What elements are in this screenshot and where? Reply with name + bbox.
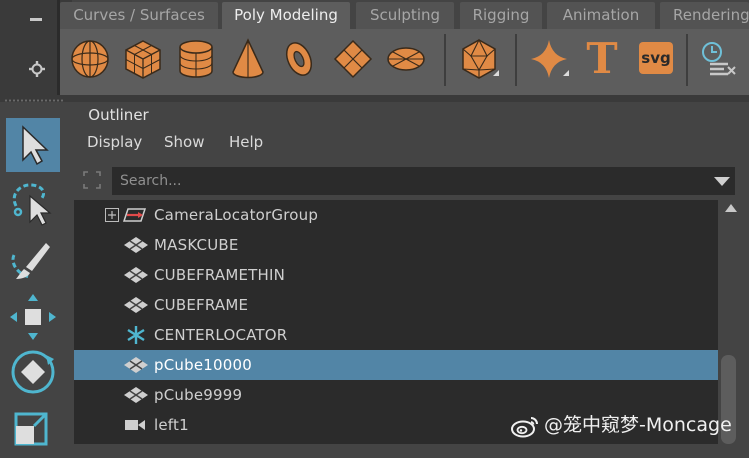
camera-icon xyxy=(125,420,145,430)
outliner-row[interactable]: CameraLocatorGroup xyxy=(74,200,718,230)
scale-tool-icon[interactable] xyxy=(6,400,60,454)
outliner-item-label: MASKCUBE xyxy=(154,236,239,254)
time-editor-icon[interactable] xyxy=(698,36,742,82)
paint-select-tool-icon[interactable] xyxy=(6,233,60,287)
filter-icon[interactable] xyxy=(82,170,102,190)
outliner-item-label: pCube10000 xyxy=(154,356,252,374)
outliner-row[interactable]: MASKCUBE xyxy=(74,230,718,260)
gear-icon[interactable] xyxy=(28,60,46,78)
shelf-separator xyxy=(444,34,446,86)
poly-cylinder-icon[interactable] xyxy=(174,36,218,82)
outliner-item-label: CameraLocatorGroup xyxy=(154,206,319,224)
outliner-row[interactable]: CUBEFRAME xyxy=(74,290,718,320)
outliner-row[interactable]: pCube10000 xyxy=(74,350,718,380)
shelf-separator xyxy=(515,34,517,86)
watermark-text: @笼中窥梦-Moncage xyxy=(544,414,732,436)
outliner-item-label: CENTERLOCATOR xyxy=(154,326,288,344)
move-tool-icon[interactable] xyxy=(6,290,60,344)
outliner-item-label: pCube9999 xyxy=(154,386,243,404)
poly-cone-icon[interactable] xyxy=(226,36,270,82)
poly-sphere-icon[interactable] xyxy=(68,36,112,82)
menu-show[interactable]: Show xyxy=(164,133,204,151)
lasso-tool-icon[interactable] xyxy=(6,176,60,230)
scroll-up-arrow-icon[interactable] xyxy=(725,204,737,212)
poly-disc-icon[interactable] xyxy=(384,36,428,82)
search-input[interactable] xyxy=(112,167,700,195)
mesh-icon xyxy=(124,267,148,283)
watermark: @笼中窥梦-Moncage xyxy=(510,410,732,438)
mesh-icon xyxy=(124,297,148,313)
rotate-tool-icon[interactable] xyxy=(6,345,60,399)
shelf-separator xyxy=(686,34,688,86)
mesh-icon xyxy=(124,357,148,373)
outliner-item-label: CUBEFRAME xyxy=(154,296,249,314)
tab-rendering[interactable]: Rendering xyxy=(660,2,749,29)
menu-display[interactable]: Display xyxy=(87,133,142,151)
search-options-dropdown-icon[interactable] xyxy=(714,177,730,186)
outliner-row[interactable]: CENTERLOCATOR xyxy=(74,320,718,350)
select-tool-icon[interactable] xyxy=(6,118,60,172)
group-camera-icon xyxy=(123,208,147,222)
super-shape-icon[interactable] xyxy=(527,36,571,82)
platonic-solid-icon[interactable] xyxy=(457,36,501,82)
shelf-menu-icon[interactable] xyxy=(30,18,42,21)
svg-icon[interactable]: svg xyxy=(634,36,678,82)
mesh-icon xyxy=(124,237,148,253)
menu-help[interactable]: Help xyxy=(229,133,263,151)
mesh-icon xyxy=(124,387,148,403)
tab-rigging[interactable]: Rigging xyxy=(460,2,542,29)
locator-icon xyxy=(127,326,145,344)
outliner-row[interactable]: pCube9999 xyxy=(74,380,718,410)
poly-torus-icon[interactable] xyxy=(277,36,321,82)
poly-plane-icon[interactable] xyxy=(331,36,375,82)
tab-outliner[interactable]: Outliner xyxy=(74,103,163,128)
tab-poly-modeling[interactable]: Poly Modeling xyxy=(222,2,350,30)
outliner-item-label: CUBEFRAMETHIN xyxy=(154,266,286,284)
expand-icon[interactable] xyxy=(105,208,119,222)
svg-badge: svg xyxy=(639,42,673,74)
tab-curves-surfaces[interactable]: Curves / Surfaces xyxy=(60,2,218,29)
panel-divider xyxy=(0,95,749,102)
outliner-list: CameraLocatorGroup MASKCUBE CUBEFRAMETHIN C… xyxy=(74,200,718,444)
tab-animation[interactable]: Animation xyxy=(547,2,655,29)
outliner-item-label: left1 xyxy=(154,416,189,434)
tab-sculpting[interactable]: Sculpting xyxy=(356,2,454,29)
poly-cube-icon[interactable] xyxy=(121,36,165,82)
weibo-logo-icon xyxy=(511,416,538,437)
type-icon[interactable]: T xyxy=(580,36,624,82)
search-box xyxy=(112,167,735,195)
outliner-row[interactable]: CUBEFRAMETHIN xyxy=(74,260,718,290)
outliner-scrollbar[interactable] xyxy=(718,200,749,444)
